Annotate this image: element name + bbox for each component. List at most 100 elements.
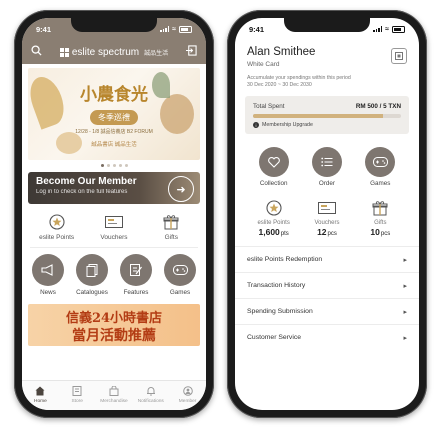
carousel-dot[interactable] [112,164,116,167]
tab-member[interactable]: Member [170,385,206,404]
banner-date: 12/28 - 1/8 誠品信義店 B2 FORUM [75,129,153,135]
catalogues-label: Catalogues [76,289,108,296]
order-label: Order [318,180,336,188]
brand-name: eslite spectrum [71,46,140,58]
spending-period-note: Accumulate your spendings within this pe… [247,75,407,89]
catalogues-button[interactable]: Catalogues [72,254,112,296]
status-time: 9:41 [36,24,52,34]
home-screen: 9:41 ≈ eslite spectrum 誠品生活 小農食光 冬季巡禮 12… [22,18,206,410]
points-stat-label: eslite Points [257,220,290,227]
games-label: Games [370,180,391,188]
heart-icon [258,147,289,178]
total-spent-row: Total Spent RM 500 / 5 TXN [253,103,401,110]
games-button[interactable]: Games [160,254,200,296]
voucher-icon [315,198,339,218]
card-tier: White Card [247,61,280,68]
points-value: 1,600 [258,227,280,238]
membership-upgrade-label: Membership Upgrade [262,122,313,129]
menu-item-label: Customer Service [247,334,302,342]
banner-logos: 誠品書店 誠品生活 [91,142,137,148]
games-label: Games [169,289,191,296]
phone-frame-right: 9:41 ≈ Alan Smithee White Card Accumulat… [227,10,427,418]
chevron-right-icon: ▸ [403,308,407,316]
membership-upgrade-link[interactable]: i Membership Upgrade [253,122,401,129]
member-screen: 9:41 ≈ Alan Smithee White Card Accumulat… [235,18,419,410]
gifts-stat-label: Gifts [374,220,387,227]
promo-line-2: 當月活動推薦 [72,328,156,344]
spending-period-dates: 30 Dec 2020 ~ 30 Dec 2030 [247,82,312,89]
features-button[interactable]: Features [116,254,156,296]
vouchers-stat-label: Vouchers [314,220,340,227]
top-bar: 9:41 ≈ eslite spectrum 誠品生活 [22,18,206,64]
tab-home[interactable]: Home [22,385,58,404]
status-time: 9:41 [249,24,265,34]
login-icon[interactable] [185,43,197,61]
tab-merchandise[interactable]: Merchandise [96,385,132,404]
collection-button[interactable]: Collection [254,147,294,187]
gifts-shortcut[interactable]: Gifts [146,212,196,241]
tab-label: Member [178,399,197,404]
points-stat-value: 1,600pts [259,227,289,237]
banner-title: 小農食光 [80,85,148,105]
banner-subtitle: 冬季巡禮 [90,110,138,125]
order-button[interactable]: Order [307,147,347,187]
phone-frame-left: 9:41 ≈ eslite spectrum 誠品生活 小農食光 冬季巡禮 12… [14,10,214,418]
vouchers-label: Vouchers [100,234,128,241]
brand-logo: eslite spectrum 誠品生活 [59,46,168,58]
become-member-banner[interactable]: Become Our Member Log in to check on the… [28,172,200,204]
promo-banner[interactable]: 信義24小時書店 當月活動推薦 [28,304,200,346]
hero-banner[interactable]: 小農食光 冬季巡禮 12/28 - 1/8 誠品信義店 B2 FORUM 誠品書… [28,68,200,160]
member-icon [182,385,194,397]
member-card-icon[interactable] [391,48,407,64]
bell-icon [145,385,157,397]
member-arrow-icon[interactable]: ➜ [168,176,194,202]
tab-label: Notifications [137,399,164,404]
menu-item-points-redemption[interactable]: eslite Points Redemption ▸ [235,246,419,272]
vouchers-unit: pcs [327,231,337,238]
carousel-dot[interactable] [124,164,128,167]
store-icon [71,385,83,397]
member-stats-row: eslite Points 1,600pts Vouchers 12pcs Gi… [235,198,419,237]
tab-notifications[interactable]: Notifications [133,385,169,404]
menu-item-label: Spending Submission [247,308,313,316]
menu-item-spending-submission[interactable]: Spending Submission ▸ [235,298,419,324]
shopping-bag-icon [108,385,120,397]
menu-item-transaction-history[interactable]: Transaction History ▸ [235,272,419,298]
carousel-dot[interactable] [100,164,104,167]
list-icon [311,147,342,178]
carousel-dot[interactable] [106,164,110,167]
tab-store[interactable]: Store [59,385,95,404]
signal-icon [160,26,170,32]
catalogue-icon [76,254,108,286]
notch [284,18,370,32]
news-button[interactable]: News [28,254,68,296]
total-spent-card: Total Spent RM 500 / 5 TXN i Membership … [245,96,409,135]
vouchers-shortcut[interactable]: Vouchers [89,212,139,241]
points-stat[interactable]: eslite Points 1,600pts [252,198,296,237]
chevron-right-icon: ▸ [403,334,407,342]
status-icons: ≈ [373,25,405,33]
menu-item-customer-service[interactable]: Customer Service ▸ [235,324,419,350]
spending-progress-bar [253,114,401,119]
tab-label: Store [71,399,83,404]
gift-icon [368,198,392,218]
wifi-icon: ≈ [385,25,389,33]
member-circle-row: Collection Order Games [235,147,419,187]
features-label: Features [123,289,149,296]
carousel-dots[interactable] [22,164,206,167]
games-button[interactable]: Games [360,147,400,187]
menu-item-label: eslite Points Redemption [247,256,323,264]
points-shortcut[interactable]: eslite Points [32,212,82,241]
gift-icon [159,212,183,232]
vouchers-stat[interactable]: Vouchers 12pcs [305,198,349,237]
spending-progress-fill [253,114,384,119]
search-icon[interactable] [31,43,42,61]
carousel-dot[interactable] [118,164,122,167]
spending-note-text: Accumulate your spendings within this pe… [247,75,351,81]
points-label: eslite Points [39,234,75,241]
app-header: eslite spectrum 誠品生活 [22,40,206,64]
gamepad-icon [365,147,396,178]
gifts-label: Gifts [164,234,178,241]
menu-item-label: Transaction History [247,282,306,290]
gifts-stat[interactable]: Gifts 10pcs [358,198,402,237]
